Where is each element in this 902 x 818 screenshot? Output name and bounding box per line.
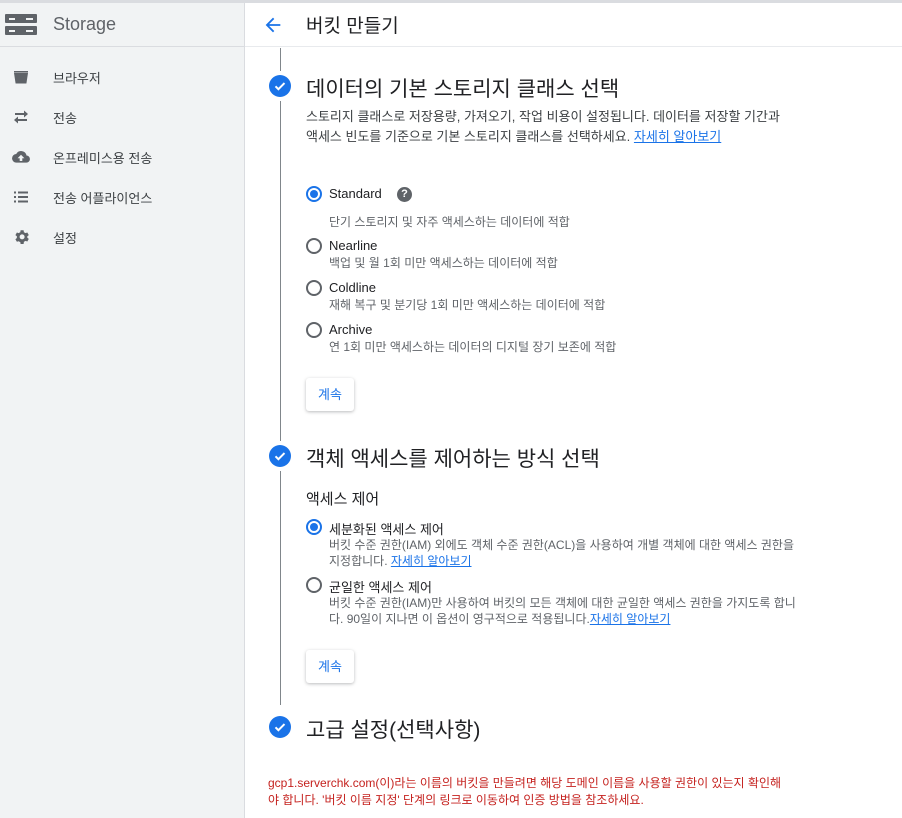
option-description: 연 1회 미만 액세스하는 데이터의 디지털 장기 보존에 적합 — [329, 340, 617, 354]
learn-more-link[interactable]: 자세히 알아보기 — [391, 554, 472, 568]
option-description: 재해 복구 및 분기당 1회 미만 액세스하는 데이터에 적합 — [329, 298, 606, 312]
radio-coldline[interactable] — [306, 280, 322, 296]
sidebar-item-label: 설정 — [53, 230, 77, 246]
page-header: 버킷 만들기 — [245, 3, 902, 47]
storage-class-description: 스토리지 클래스로 저장용량, 가져오기, 작업 비용이 설정됩니다. 데이터를… — [306, 107, 786, 147]
help-icon[interactable]: ? — [397, 187, 412, 202]
list-icon — [12, 188, 30, 206]
radio-archive[interactable] — [306, 322, 322, 338]
step-title-storage-class[interactable]: 데이터의 기본 스토리지 클래스 선택 — [306, 73, 619, 103]
step-connector — [280, 48, 281, 71]
option-description: 버킷 수준 권한(IAM) 외에도 객체 수준 권한(ACL)을 사용하여 개별… — [329, 537, 799, 569]
option-description-text: 버킷 수준 권한(IAM)만 사용하여 버킷의 모든 객체에 대한 균일한 액세… — [329, 596, 796, 626]
sidebar-item-label: 전송 — [53, 110, 77, 126]
sidebar-item-on-prem-transfer[interactable]: 온프레미스용 전송 — [0, 137, 244, 177]
page-title: 버킷 만들기 — [306, 16, 399, 37]
product-title: Storage — [53, 14, 117, 34]
step-complete-check-icon — [269, 445, 291, 467]
sidebar-item-settings[interactable]: 설정 — [0, 217, 244, 257]
option-label: Standard — [329, 186, 382, 201]
step-connector — [280, 101, 281, 441]
sidebar-header: Storage — [0, 3, 244, 47]
continue-button[interactable]: 계속 — [306, 378, 354, 411]
radio-standard[interactable] — [306, 186, 322, 202]
transfer-arrows-icon — [12, 108, 30, 126]
option-label: 균일한 액세스 제어 — [329, 580, 432, 595]
option-label: Archive — [329, 322, 373, 337]
sidebar-item-browser[interactable]: 브라우저 — [0, 57, 244, 97]
option-description: 백업 및 월 1회 미만 액세스하는 데이터에 적합 — [329, 256, 558, 270]
step-complete-check-icon — [269, 716, 291, 738]
learn-more-link[interactable]: 자세히 알아보기 — [590, 612, 671, 626]
step-connector — [280, 471, 281, 705]
back-arrow-icon[interactable] — [262, 14, 284, 36]
domain-warning-message: gcp1.serverchk.com(이)라는 이름의 버킷을 만들려면 해당 … — [268, 776, 782, 807]
radio-nearline[interactable] — [306, 238, 322, 254]
sidebar-item-label: 전송 어플라이언스 — [53, 190, 153, 206]
main-content: 버킷 만들기 데이터의 기본 스토리지 클래스 선택 스토리지 클래스로 저장용… — [245, 3, 902, 818]
sidebar-nav: 브라우저 전송 온프레미스용 전송 전송 어플라이언스 설정 — [0, 47, 244, 257]
cloud-upload-icon — [12, 148, 30, 166]
sidebar-item-transfer-appliance[interactable]: 전송 어플라이언스 — [0, 177, 244, 217]
option-label: Nearline — [329, 238, 378, 253]
radio-fine-grained[interactable] — [306, 519, 322, 535]
sidebar-item-transfer[interactable]: 전송 — [0, 97, 244, 137]
learn-more-link[interactable]: 자세히 알아보기 — [634, 129, 721, 144]
storage-logo-icon — [5, 13, 37, 36]
option-description: 버킷 수준 권한(IAM)만 사용하여 버킷의 모든 객체에 대한 균일한 액세… — [329, 595, 799, 627]
radio-uniform[interactable] — [306, 577, 322, 593]
option-label: 세분화된 액세스 제어 — [329, 522, 444, 537]
step-complete-check-icon — [269, 75, 291, 97]
bucket-icon — [12, 68, 30, 86]
access-control-heading: 액세스 제어 — [306, 491, 380, 508]
step-title-advanced[interactable]: 고급 설정(선택사항) — [306, 714, 480, 744]
sidebar-item-label: 브라우저 — [53, 70, 101, 86]
option-description: 단기 스토리지 및 자주 액세스하는 데이터에 적합 — [329, 215, 570, 229]
option-label: Coldline — [329, 280, 376, 295]
sidebar: Storage 브라우저 전송 온프레미스용 전송 전송 어플라이언스 설정 — [0, 3, 245, 818]
continue-button[interactable]: 계속 — [306, 650, 354, 683]
gear-icon — [12, 228, 30, 246]
step-title-access-control[interactable]: 객체 액세스를 제어하는 방식 선택 — [306, 443, 600, 473]
sidebar-item-label: 온프레미스용 전송 — [53, 150, 153, 166]
